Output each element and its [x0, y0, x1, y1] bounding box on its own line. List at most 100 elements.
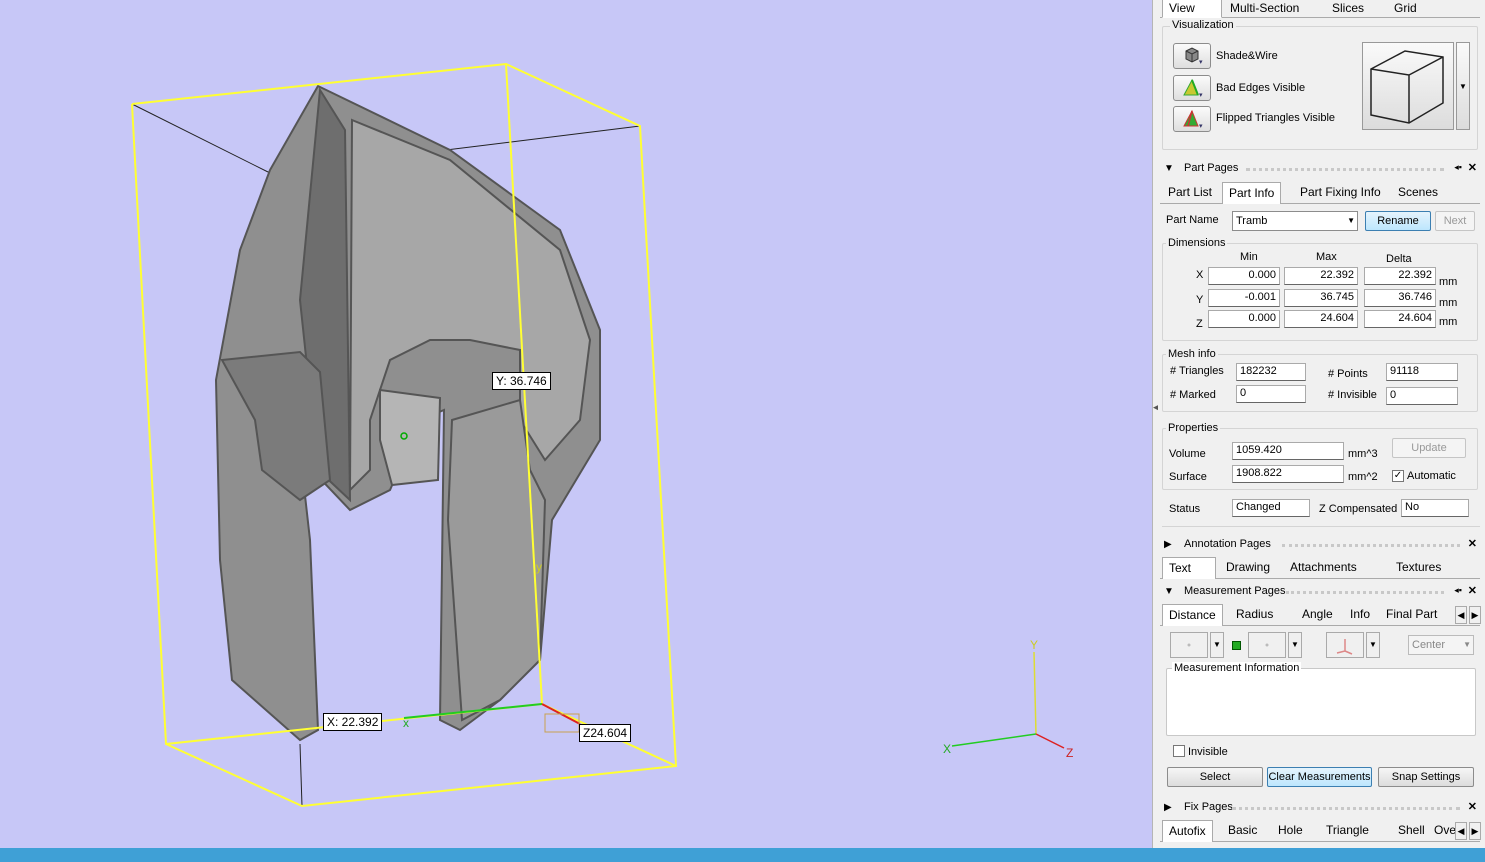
invisible-value[interactable]: 0	[1386, 387, 1458, 405]
marked-value[interactable]: 0	[1236, 385, 1306, 403]
tab-text[interactable]: Text	[1162, 557, 1216, 579]
tab-autofix[interactable]: Autofix	[1162, 820, 1213, 842]
tab-slices[interactable]: Slices	[1326, 0, 1370, 18]
tab-drawing[interactable]: Drawing	[1220, 557, 1276, 579]
axis-mode-button[interactable]	[1326, 632, 1364, 658]
point1-picker-button[interactable]	[1170, 632, 1208, 658]
view-cube-dropdown[interactable]: ▼	[1456, 42, 1470, 130]
cube-shaded-icon: ▾	[1185, 47, 1203, 66]
tab-multi-section[interactable]: Multi-Section	[1224, 0, 1305, 18]
annotation-pages-header[interactable]: ▶ Annotation Pages ✕	[1162, 536, 1480, 554]
snap-settings-button[interactable]: Snap Settings	[1378, 767, 1474, 787]
collapse-icon[interactable]: ▼	[1164, 163, 1174, 174]
point2-picker-button[interactable]	[1248, 632, 1286, 658]
expand-icon[interactable]: ▶	[1164, 539, 1172, 550]
shade-wire-button[interactable]: ▾	[1173, 43, 1211, 69]
tab-scroll-right-icon[interactable]: ▶	[1469, 606, 1481, 624]
points-value[interactable]: 91118	[1386, 363, 1458, 381]
collapse-icon[interactable]: ▼	[1164, 586, 1174, 597]
drag-handle[interactable]	[1246, 168, 1444, 171]
expand-icon[interactable]: ▶	[1164, 802, 1172, 813]
pin-icon[interactable]: ◂▪	[1454, 585, 1462, 596]
dim-z-delta[interactable]: 24.604	[1364, 310, 1436, 328]
update-button[interactable]: Update	[1392, 438, 1466, 458]
tab-scroll-right-icon[interactable]: ▶	[1469, 822, 1481, 840]
flipped-triangles-button[interactable]: ▾	[1173, 106, 1211, 132]
volume-value[interactable]: 1059.420	[1232, 442, 1344, 460]
dim-y-max[interactable]: 36.745	[1284, 289, 1358, 307]
drag-handle[interactable]	[1232, 807, 1460, 810]
flipped-triangles-label: Flipped Triangles Visible	[1216, 112, 1336, 124]
tab-textures[interactable]: Textures	[1390, 557, 1447, 579]
drag-handle[interactable]	[1282, 544, 1460, 547]
volume-label: Volume	[1169, 448, 1206, 460]
close-icon[interactable]: ✕	[1468, 537, 1477, 550]
tab-attachments[interactable]: Attachments	[1284, 557, 1363, 579]
tab-radius[interactable]: Radius	[1230, 604, 1279, 626]
tab-basic[interactable]: Basic	[1222, 820, 1263, 842]
close-icon[interactable]: ✕	[1468, 584, 1477, 597]
chevron-down-icon[interactable]: ▼	[1210, 632, 1224, 658]
dim-axis-y: Y	[1196, 294, 1204, 306]
close-icon[interactable]: ✕	[1468, 800, 1477, 813]
clear-measurements-button[interactable]: Clear Measurements	[1267, 767, 1372, 787]
dim-header-min: Min	[1240, 251, 1258, 263]
chevron-down-icon[interactable]: ▼	[1288, 632, 1302, 658]
3d-viewport[interactable]: Y: 36.746 X: 22.392 Z24.604 x y Y X Z	[0, 0, 1152, 848]
tab-grid[interactable]: Grid	[1388, 0, 1423, 18]
drag-handle[interactable]	[1286, 591, 1444, 594]
automatic-checkbox[interactable]: ✓	[1392, 470, 1404, 482]
right-panel: View Multi-Section Slices Grid Visualiza…	[1158, 0, 1485, 848]
tab-hole[interactable]: Hole	[1272, 820, 1309, 842]
tab-shell[interactable]: Shell	[1392, 820, 1431, 842]
tab-scroll-left-icon[interactable]: ◀	[1455, 606, 1467, 624]
dim-header-delta: Delta	[1386, 253, 1412, 265]
pin-icon[interactable]: ◂▪	[1454, 162, 1462, 173]
measurement-pages-header[interactable]: ▼ Measurement Pages ◂▪ ✕	[1162, 583, 1480, 601]
tab-part-list[interactable]: Part List	[1162, 182, 1218, 204]
point-icon	[1187, 643, 1191, 647]
tab-scroll-left-icon[interactable]: ◀	[1455, 822, 1467, 840]
svg-text:▾: ▾	[1199, 123, 1203, 130]
dim-x-max[interactable]: 22.392	[1284, 267, 1358, 285]
center-select[interactable]: Center ▼	[1408, 635, 1474, 655]
tab-part-info[interactable]: Part Info	[1222, 182, 1282, 204]
tab-over[interactable]: Over	[1434, 820, 1456, 842]
measurement-pages-tabs: Distance Radius Angle Info Final Part ◀ …	[1160, 604, 1481, 626]
dim-z-min[interactable]: 0.000	[1208, 310, 1280, 328]
dim-z-max[interactable]: 24.604	[1284, 310, 1358, 328]
part-name-select[interactable]: Tramb ▼	[1232, 211, 1358, 231]
triangles-label: # Triangles	[1170, 365, 1224, 377]
invisible-checkbox[interactable]	[1173, 745, 1185, 757]
fix-pages-header[interactable]: ▶ Fix Pages ✕	[1162, 799, 1480, 817]
tab-final-part[interactable]: Final Part	[1380, 604, 1443, 626]
z-dimension-label: Z24.604	[579, 724, 632, 742]
tab-part-fixing-info[interactable]: Part Fixing Info	[1294, 182, 1387, 204]
bad-edges-button[interactable]: ▾	[1173, 75, 1211, 101]
link-icon	[1232, 641, 1241, 650]
tab-triangle[interactable]: Triangle	[1320, 820, 1375, 842]
triangles-value[interactable]: 182232	[1236, 363, 1306, 381]
annotation-pages-title: Annotation Pages	[1184, 538, 1271, 550]
dim-y-delta[interactable]: 36.746	[1364, 289, 1436, 307]
select-button[interactable]: Select	[1167, 767, 1263, 787]
tab-angle[interactable]: Angle	[1296, 604, 1339, 626]
tab-distance[interactable]: Distance	[1162, 604, 1223, 626]
dim-x-delta[interactable]: 22.392	[1364, 267, 1436, 285]
scene-canvas[interactable]	[0, 0, 1152, 848]
bad-edges-label: Bad Edges Visible	[1216, 82, 1306, 94]
next-button[interactable]: Next	[1435, 211, 1475, 231]
dim-x-min[interactable]: 0.000	[1208, 267, 1280, 285]
view-cube[interactable]	[1362, 42, 1454, 130]
close-icon[interactable]: ✕	[1468, 161, 1477, 174]
chevron-down-icon[interactable]: ▼	[1366, 632, 1380, 658]
triad-y-letter: Y	[1030, 638, 1039, 652]
surface-value[interactable]: 1908.822	[1232, 465, 1344, 483]
rename-button[interactable]: Rename	[1365, 211, 1431, 231]
part-pages-header[interactable]: ▼ Part Pages ◂▪ ✕	[1162, 160, 1480, 178]
tab-info[interactable]: Info	[1344, 604, 1376, 626]
dim-y-min[interactable]: -0.001	[1208, 289, 1280, 307]
tab-view[interactable]: View	[1162, 0, 1222, 18]
tab-scenes[interactable]: Scenes	[1392, 182, 1444, 204]
dim-header-max: Max	[1316, 251, 1337, 263]
